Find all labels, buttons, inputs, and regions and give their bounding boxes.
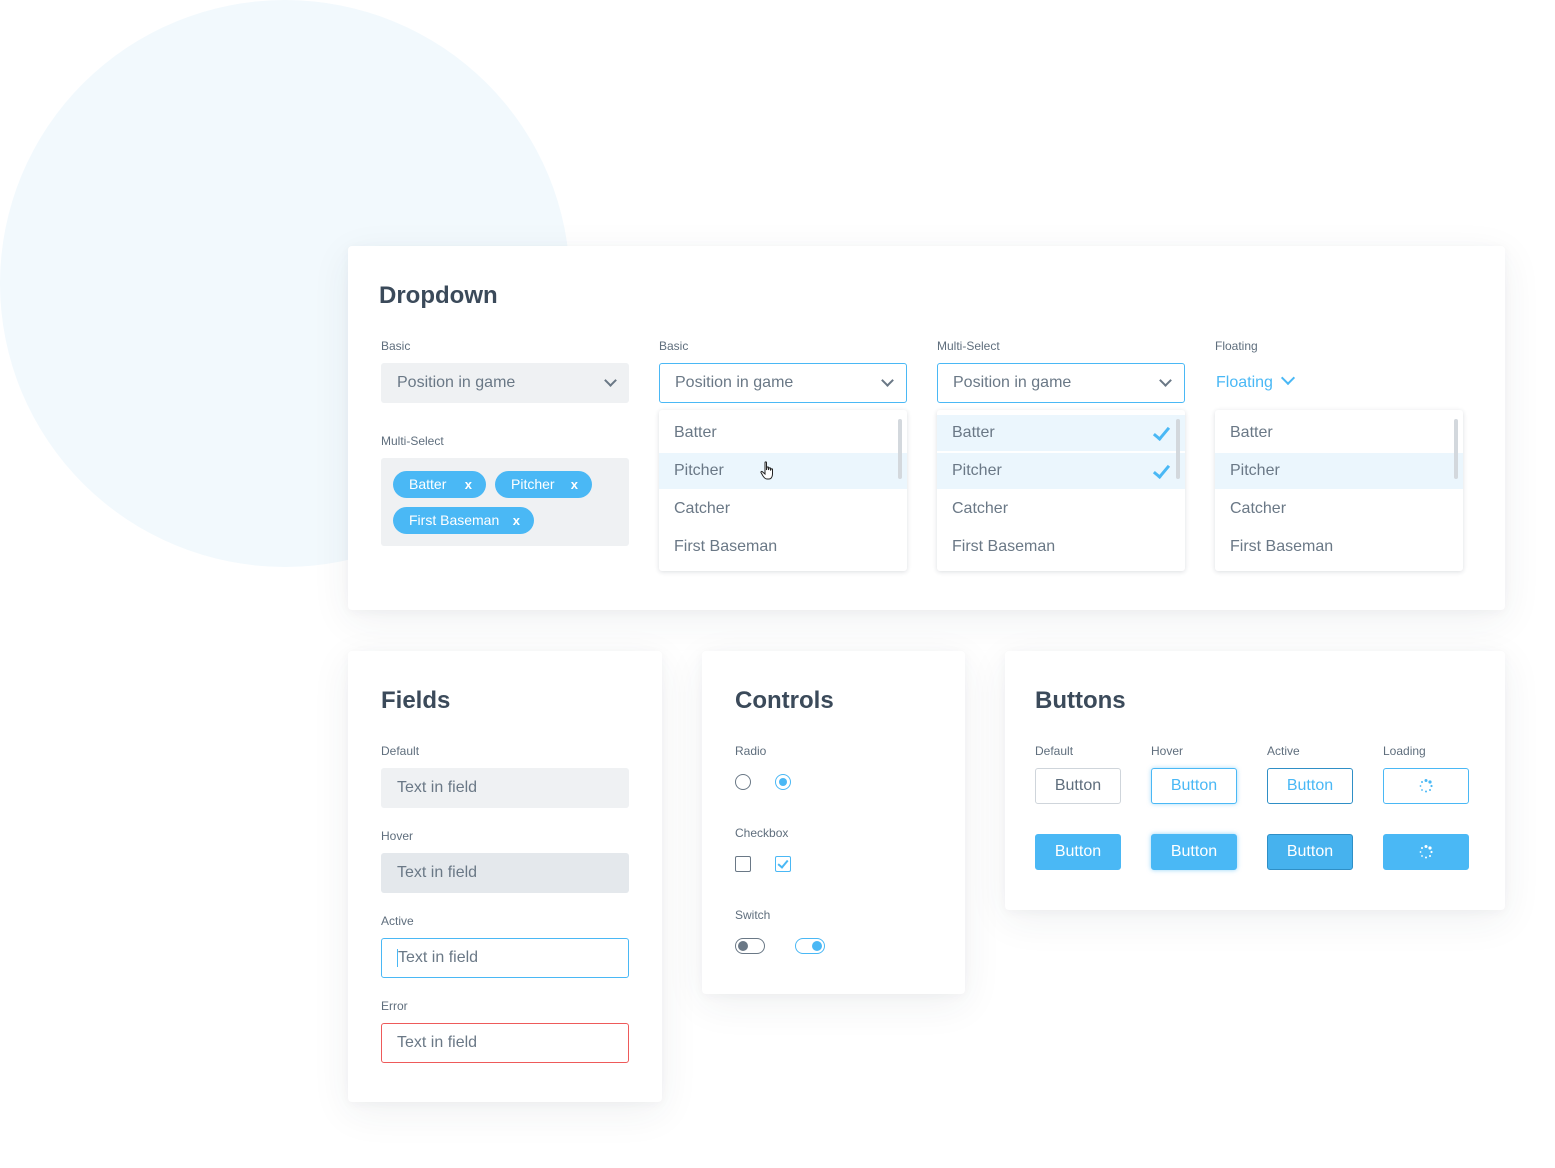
loading-spinner-icon (1419, 779, 1433, 793)
basic-filled-select[interactable]: Position in game (381, 363, 629, 403)
multi-open-label: Multi-Select (937, 339, 1000, 353)
fields-title: Fields (381, 687, 451, 714)
floating-dropdown-menu: Batter Pitcher Catcher First Baseman (1215, 410, 1463, 571)
tag-label: Pitcher (511, 476, 555, 492)
menu-scrollbar[interactable] (1454, 419, 1458, 479)
loading-spinner-icon (1419, 845, 1433, 859)
menu-option-first-baseman[interactable]: First Baseman (1215, 529, 1463, 565)
button-column-active: Active (1267, 744, 1300, 758)
text-field-default[interactable]: Text in field (381, 768, 629, 808)
remove-tag-icon[interactable]: x (571, 471, 578, 498)
button-column-default: Default (1035, 744, 1074, 758)
button-column-loading: Loading (1383, 744, 1426, 758)
text-field-active[interactable]: Text in field (381, 938, 629, 978)
fields-card: Fields Default Text in field Hover Text … (348, 651, 662, 1102)
button-column-hover: Hover (1151, 744, 1184, 758)
checkbox-checked[interactable] (775, 856, 791, 872)
basic-dropdown-menu: Batter Pitcher Catcher First Baseman (659, 410, 907, 571)
check-icon (1152, 422, 1171, 442)
floating-value: Floating (1216, 374, 1273, 391)
multi-open-select[interactable]: Position in game (937, 363, 1185, 403)
filled-button-hover[interactable]: Button (1151, 834, 1237, 870)
floating-dropdown-trigger[interactable]: Floating (1216, 370, 1295, 394)
field-value: Text in field (398, 949, 479, 966)
text-field-error[interactable]: Text in field (381, 1023, 629, 1063)
select-value: Position in game (397, 374, 516, 391)
menu-option-catcher[interactable]: Catcher (937, 491, 1185, 527)
option-label: Pitcher (952, 462, 1002, 479)
chevron-down-icon (881, 374, 894, 387)
outline-button-default[interactable]: Button (1035, 768, 1121, 804)
menu-option-pitcher[interactable]: Pitcher (937, 453, 1185, 489)
outline-button-active[interactable]: Button (1267, 768, 1353, 804)
menu-option-first-baseman[interactable]: First Baseman (659, 529, 907, 565)
floating-label: Floating (1215, 339, 1258, 353)
dropdown-card: Dropdown Basic Position in game Multi-Se… (348, 246, 1505, 610)
multi-select-tag-box[interactable]: Batter x Pitcher x First Baseman x (381, 458, 629, 546)
field-label-hover: Hover (381, 829, 414, 843)
text-field-hover[interactable]: Text in field (381, 853, 629, 893)
switch-knob (738, 941, 748, 951)
radio-label: Radio (735, 744, 767, 758)
tag-chip: Pitcher x (495, 471, 592, 498)
menu-option-first-baseman[interactable]: First Baseman (937, 529, 1185, 565)
option-label: Batter (952, 424, 995, 441)
menu-option-pitcher[interactable]: Pitcher (659, 453, 907, 489)
chevron-down-icon (1280, 370, 1295, 386)
field-label-error: Error (381, 999, 408, 1013)
tag-chip: First Baseman x (393, 507, 534, 534)
multi-dropdown-menu: Batter Pitcher Catcher First Baseman (937, 410, 1185, 571)
radio-checked[interactable] (775, 774, 791, 790)
remove-tag-icon[interactable]: x (465, 471, 472, 498)
checkbox-unchecked[interactable] (735, 856, 751, 872)
outline-button-loading[interactable] (1383, 768, 1469, 804)
switch-label: Switch (735, 908, 771, 922)
hand-pointer-cursor-icon (760, 461, 773, 480)
menu-option-batter[interactable]: Batter (659, 415, 907, 451)
select-value: Position in game (953, 374, 1072, 391)
filled-button-loading[interactable] (1383, 834, 1469, 870)
controls-card: Controls Radio Checkbox Switch (702, 651, 965, 994)
check-icon (1152, 460, 1171, 480)
menu-option-batter[interactable]: Batter (937, 415, 1185, 451)
controls-title: Controls (735, 687, 834, 714)
filled-button-active[interactable]: Button (1267, 834, 1353, 870)
filled-button-default[interactable]: Button (1035, 834, 1121, 870)
outline-button-hover[interactable]: Button (1151, 768, 1237, 804)
chevron-down-icon (604, 374, 617, 387)
switch-knob (812, 941, 822, 951)
menu-option-catcher[interactable]: Catcher (1215, 491, 1463, 527)
menu-scrollbar[interactable] (1176, 419, 1180, 479)
dropdown-title: Dropdown (379, 282, 498, 309)
menu-option-batter[interactable]: Batter (1215, 415, 1463, 451)
multi-select-tags-label: Multi-Select (381, 434, 444, 448)
checkbox-label: Checkbox (735, 826, 789, 840)
radio-unchecked[interactable] (735, 774, 751, 790)
menu-option-catcher[interactable]: Catcher (659, 491, 907, 527)
remove-tag-icon[interactable]: x (513, 507, 520, 534)
basic-open-select[interactable]: Position in game (659, 363, 907, 403)
field-label-active: Active (381, 914, 414, 928)
buttons-card: Buttons Default Hover Active Loading But… (1005, 651, 1505, 910)
switch-off[interactable] (735, 938, 765, 954)
chevron-down-icon (1159, 374, 1172, 387)
switch-on[interactable] (795, 938, 825, 954)
select-value: Position in game (675, 374, 794, 391)
basic-filled-label: Basic (381, 339, 411, 353)
menu-option-pitcher[interactable]: Pitcher (1215, 453, 1463, 489)
basic-open-label: Basic (659, 339, 689, 353)
buttons-title: Buttons (1035, 687, 1126, 714)
field-label-default: Default (381, 744, 420, 758)
tag-label: First Baseman (409, 512, 500, 528)
menu-scrollbar[interactable] (898, 419, 902, 479)
tag-chip: Batter x (393, 471, 486, 498)
tag-label: Batter (409, 476, 447, 492)
